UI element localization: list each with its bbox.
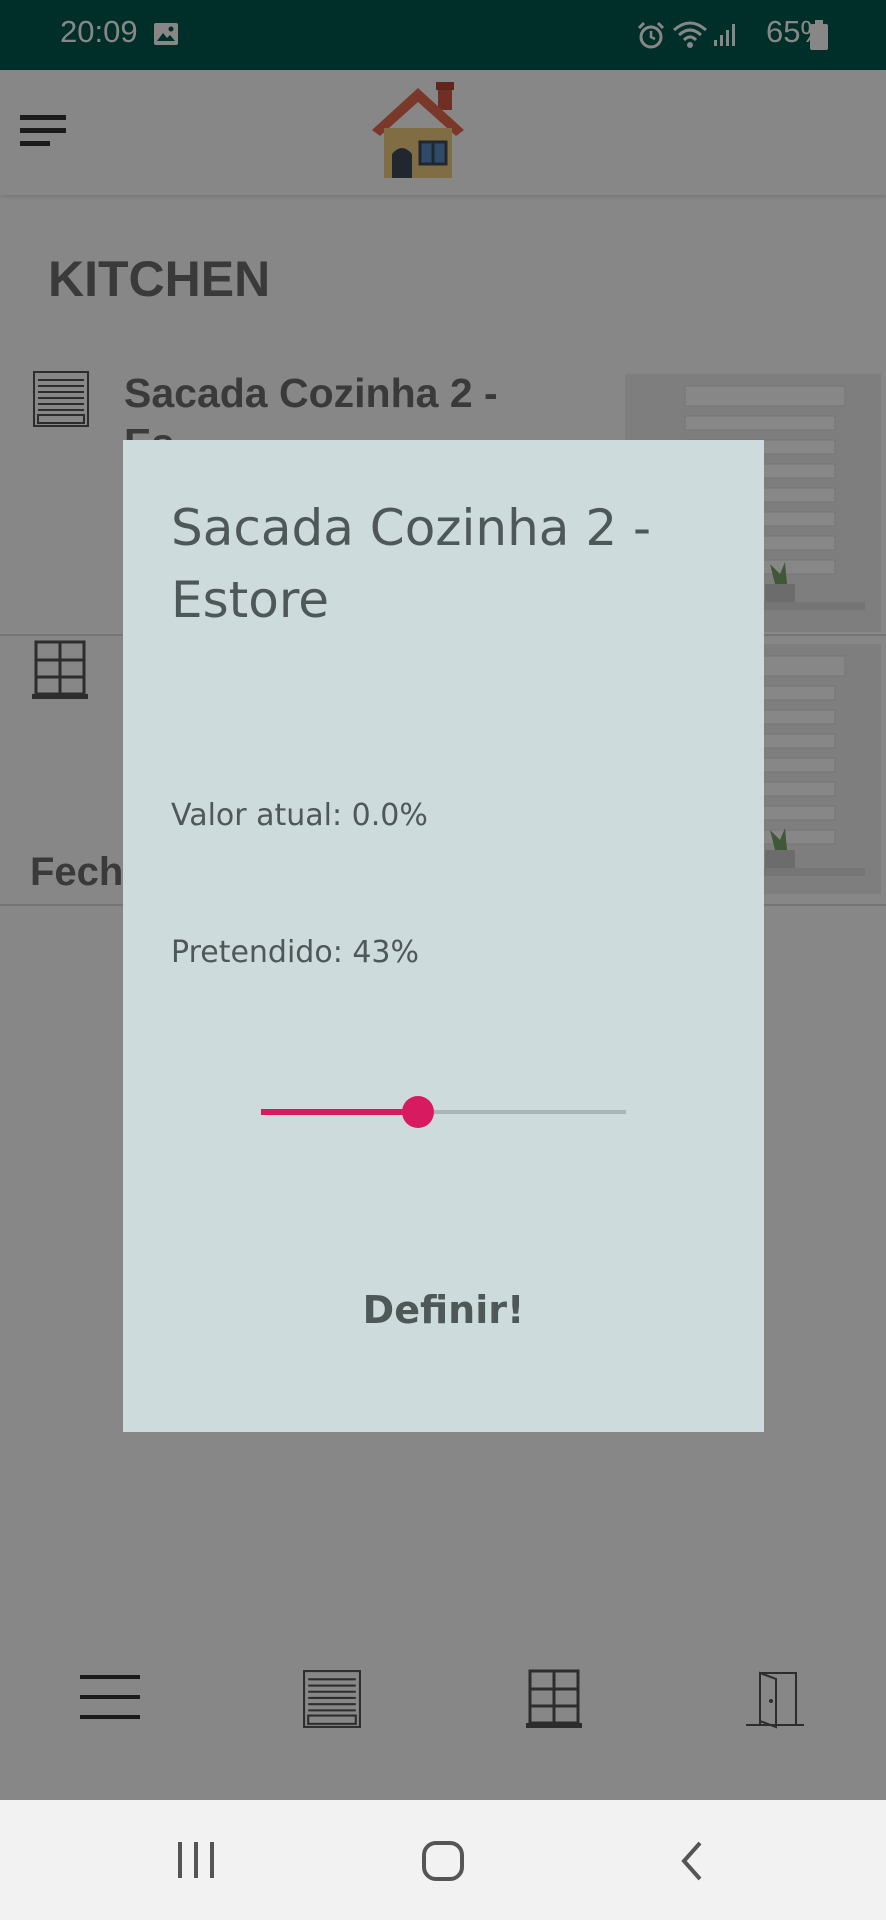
value-dialog: Sacada Cozinha 2 - Estore Valor atual: 0… <box>123 440 764 1432</box>
target-value-label: Pretendido: 43% <box>171 935 420 970</box>
current-value-label: Valor atual: 0.0% <box>171 798 428 833</box>
slider-fill <box>261 1109 418 1115</box>
slider-thumb[interactable] <box>402 1096 434 1128</box>
set-button[interactable]: Definir! <box>123 1275 764 1345</box>
position-slider[interactable] <box>261 1090 626 1134</box>
dialog-title: Sacada Cozinha 2 - Estore <box>171 499 652 629</box>
system-nav-bar <box>0 1800 886 1920</box>
recent-apps-icon[interactable] <box>176 1842 216 1878</box>
back-icon[interactable] <box>678 1840 706 1882</box>
home-icon[interactable] <box>421 1840 465 1882</box>
